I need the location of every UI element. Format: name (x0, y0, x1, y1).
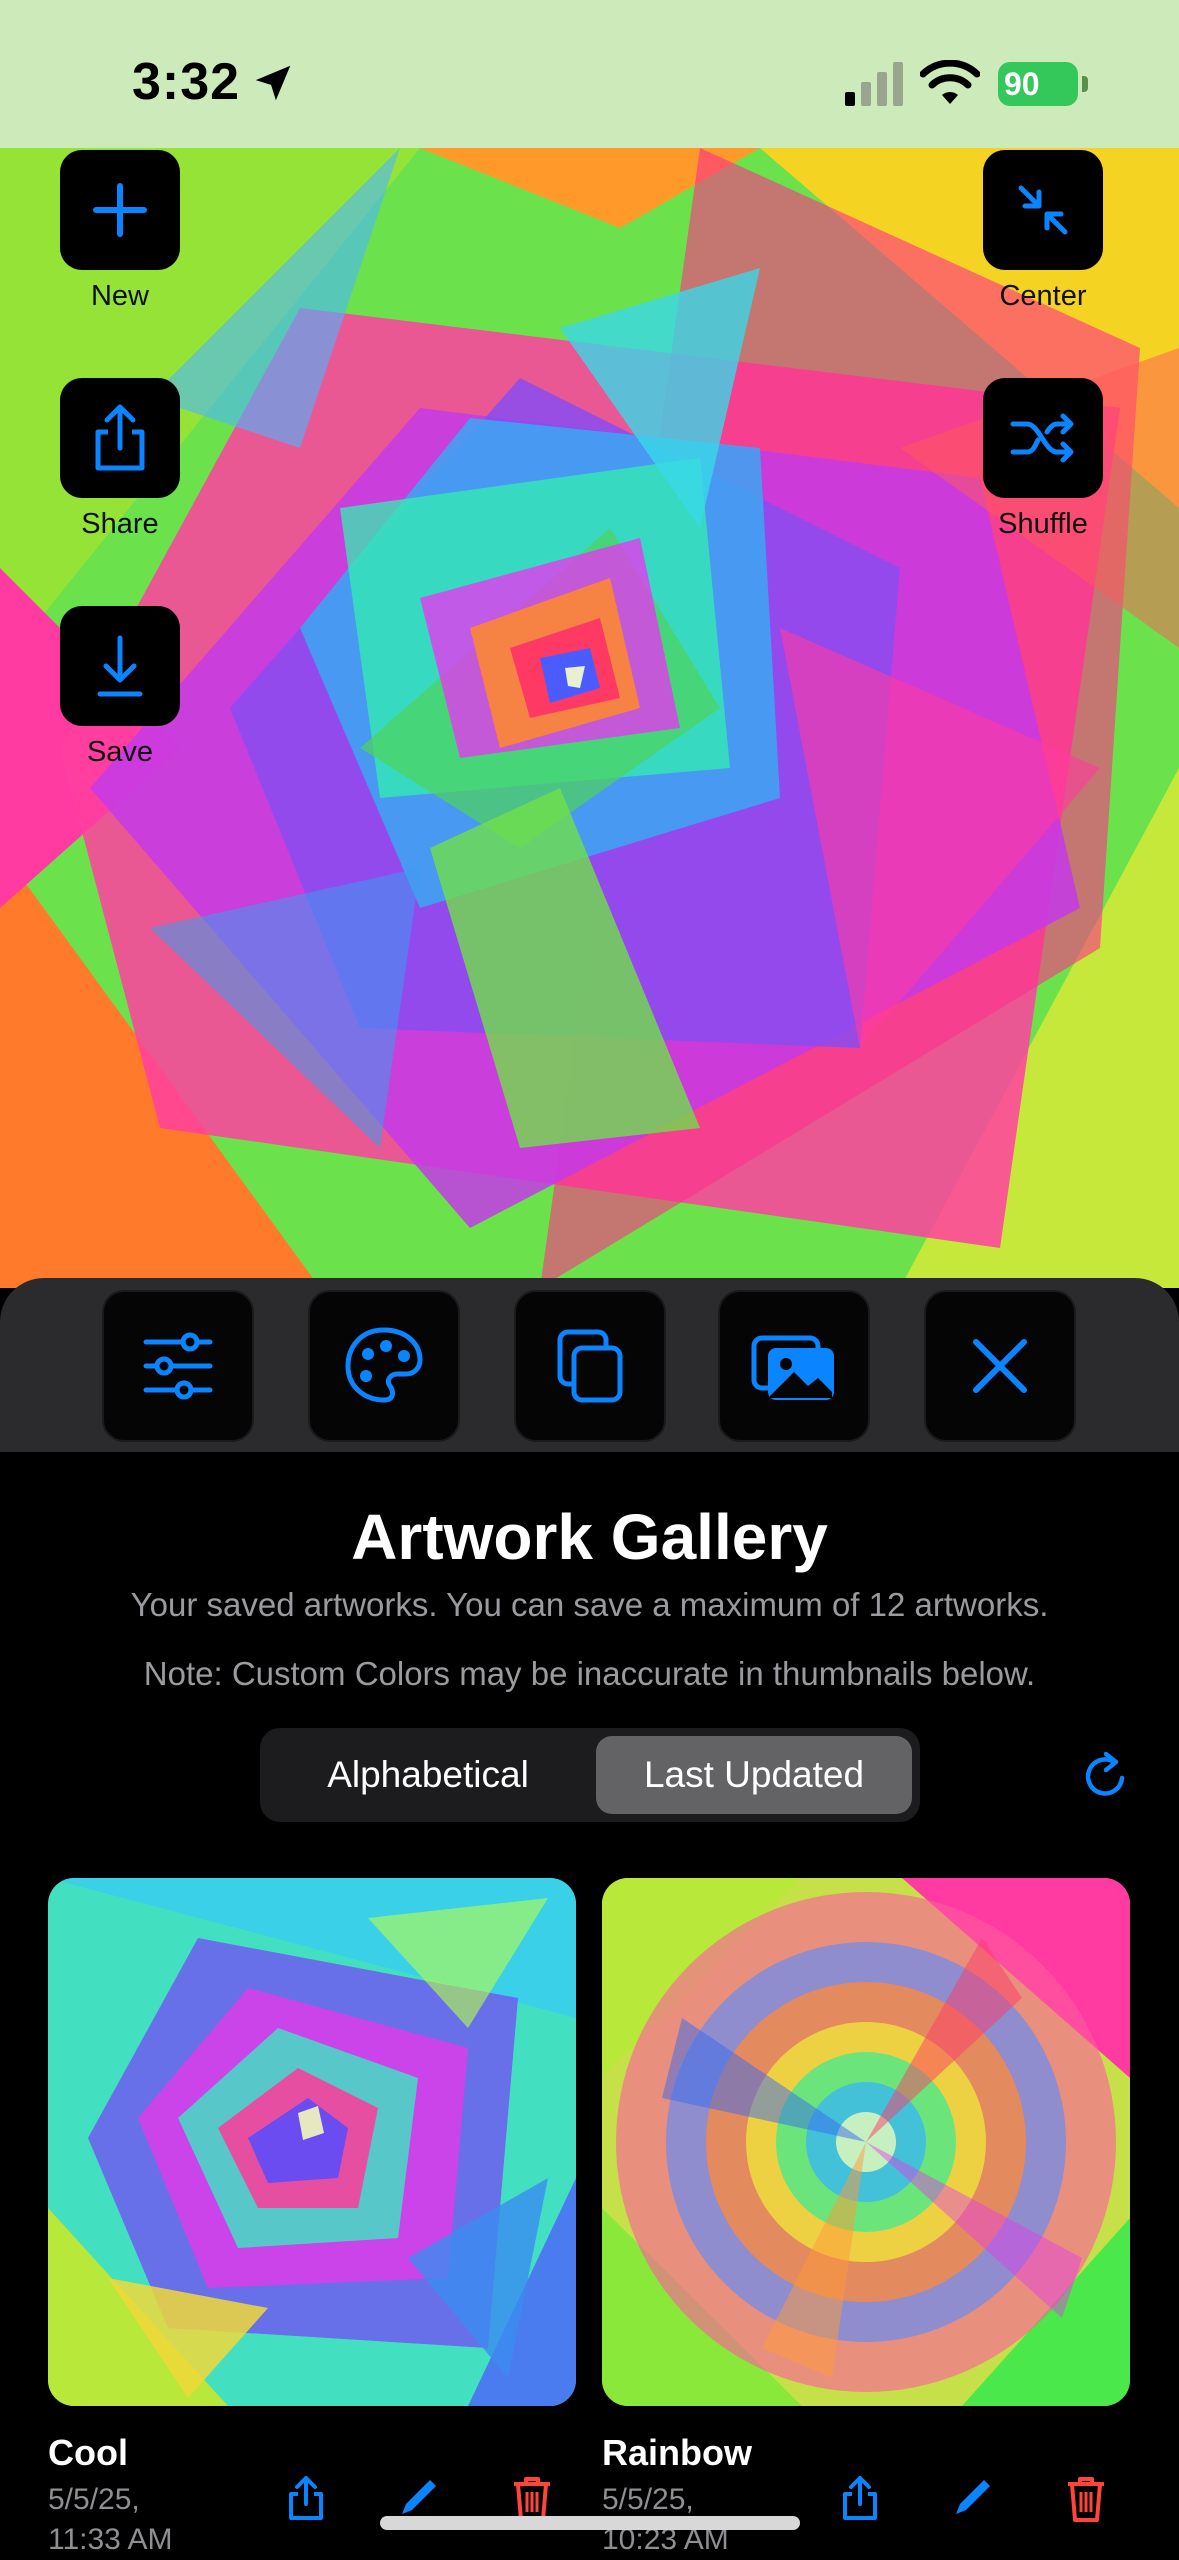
location-icon (255, 65, 291, 101)
artwork-name: Cool (48, 2432, 128, 2473)
thumbnail-image (602, 1878, 1130, 2406)
share-icon[interactable] (278, 2470, 334, 2526)
colors-tab-button[interactable] (310, 1292, 458, 1440)
new-label: New (90, 280, 149, 312)
battery-level: 90 (1004, 66, 1040, 102)
refresh-icon[interactable] (1078, 1748, 1134, 1804)
center-label: Center (999, 280, 1087, 312)
center-button[interactable] (983, 150, 1103, 270)
artwork-date-day: 5/5/25, (602, 2483, 694, 2516)
duplicate-tab-button[interactable] (516, 1292, 664, 1440)
thumbnail-image (48, 1878, 576, 2406)
plus-icon (93, 183, 147, 237)
trash-icon[interactable] (1058, 2470, 1114, 2526)
wifi-icon (920, 60, 980, 104)
home-indicator[interactable] (380, 2516, 800, 2530)
bottom-toolbar (0, 1278, 1179, 1452)
artwork-thumbnail-rainbow[interactable] (602, 1878, 1130, 2406)
artwork-date-day: 5/5/25, (48, 2483, 140, 2516)
status-time: 3:32 (132, 53, 241, 111)
shuffle-label: Shuffle (998, 508, 1088, 540)
shuffle-button[interactable] (983, 378, 1103, 498)
share-icon[interactable] (832, 2470, 888, 2526)
status-bar: 3:32 90 (0, 0, 1179, 148)
sliders-icon (143, 1332, 213, 1400)
center-icon (1018, 185, 1068, 235)
share-icon (95, 404, 145, 471)
gallery-subtitle: Your saved artworks. You can save a maxi… (130, 1586, 1049, 1623)
new-button[interactable] (60, 150, 180, 270)
share-label: Share (81, 508, 159, 540)
share-button[interactable] (60, 378, 180, 498)
battery-indicator: 90 (998, 62, 1078, 106)
copy-icon (557, 1329, 623, 1403)
close-tab-button[interactable] (926, 1292, 1074, 1440)
gallery-title: Artwork Gallery (351, 1501, 828, 1573)
battery-nub (1082, 76, 1088, 92)
artwork-name: Rainbow (602, 2432, 752, 2473)
sort-last-updated[interactable]: Last Updated (596, 1736, 912, 1814)
sort-segmented-control: Alphabetical Last Updated (260, 1728, 920, 1822)
gallery-tab-button[interactable] (720, 1292, 868, 1440)
palette-icon (345, 1327, 423, 1403)
sort-alphabetical[interactable]: Alphabetical (268, 1736, 588, 1814)
gallery-note: Note: Custom Colors may be inaccurate in… (143, 1655, 1036, 1692)
close-icon (973, 1339, 1027, 1393)
pencil-icon[interactable] (944, 2470, 1000, 2526)
artwork-canvas[interactable]: New Share Save Center Shuffle (0, 148, 1179, 1288)
artwork-date-time: 11:33 AM (48, 2523, 173, 2556)
save-button[interactable] (60, 606, 180, 726)
shuffle-icon (1010, 413, 1074, 463)
save-label: Save (86, 736, 154, 768)
gallery-icon (751, 1335, 834, 1400)
settings-tab-button[interactable] (104, 1292, 252, 1440)
signal-icon (845, 62, 903, 106)
artwork-thumbnail-cool[interactable] (48, 1878, 576, 2406)
artwork-date: 5/5/25, 11:33 AM (48, 2480, 218, 2560)
download-icon (97, 635, 143, 697)
